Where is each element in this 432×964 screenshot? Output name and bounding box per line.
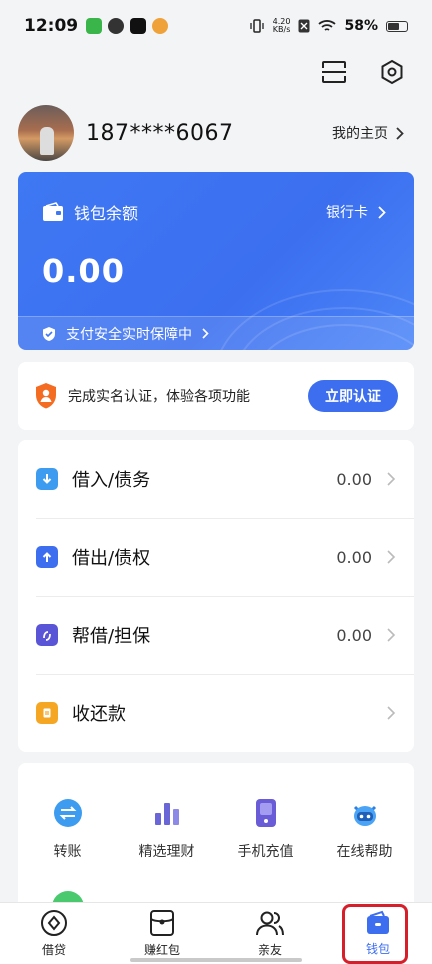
bank-card-label: 银行卡 — [326, 205, 368, 221]
ledger-value: 0.00 — [336, 625, 372, 645]
shield-person-icon — [36, 383, 56, 409]
bottom-tab-bar: 借贷 赚红包 亲友 钱包 — [0, 902, 432, 964]
chevron-right-icon — [387, 550, 396, 564]
sim-x-icon — [298, 19, 310, 33]
balance-amount: 0.00 — [42, 252, 125, 290]
ledger-label: 帮借/担保 — [72, 626, 151, 647]
tab-loan[interactable]: 借贷 — [0, 903, 108, 964]
tab-label: 借贷 — [41, 943, 66, 957]
security-text: 支付安全实时保障中 — [66, 326, 192, 343]
app-notification-icon — [86, 18, 103, 34]
tab-friends[interactable]: 亲友 — [216, 903, 324, 964]
tab-label: 钱包 — [365, 942, 390, 956]
verify-now-button[interactable]: 立即认证 — [308, 380, 398, 412]
wallet-balance-title: 钱包余额 — [74, 204, 139, 223]
tab-wallet[interactable]: 钱包 — [324, 903, 432, 964]
notification-icons — [86, 18, 169, 34]
service-help[interactable]: 在线帮助 — [315, 797, 414, 861]
avatar[interactable] — [18, 105, 74, 161]
identity-verification-banner: 完成实名认证，体验各项功能 立即认证 — [18, 362, 414, 430]
battery-percent: 58% — [344, 18, 378, 34]
vibrate-icon — [250, 19, 264, 33]
chevron-right-icon — [387, 706, 396, 720]
net-speed: 4.20 KB/s — [273, 18, 291, 34]
transfer-icon — [52, 797, 84, 829]
shield-check-icon — [43, 326, 55, 341]
phone-number: 187****6067 — [86, 120, 234, 146]
red-packet-icon — [150, 910, 174, 936]
my-homepage-label: 我的主页 — [332, 126, 388, 142]
chevron-right-icon — [378, 205, 386, 219]
ledger-label: 借入/债务 — [72, 470, 151, 491]
wallet-balance-card[interactable]: 钱包余额 银行卡 0.00 支付安全实时保障中 — [18, 172, 414, 350]
loan-icon — [41, 910, 67, 936]
help-robot-icon — [349, 797, 381, 829]
ledger-row-lent[interactable]: 借出/债权 0.00 — [18, 518, 414, 596]
status-bar: 12:09 4.20 KB/s 58% — [0, 0, 432, 52]
bar-chart-icon — [151, 797, 183, 829]
ledger-value: 0.00 — [336, 547, 372, 567]
chevron-right-icon — [202, 328, 209, 339]
net-speed-unit: KB/s — [272, 25, 291, 34]
ledger-value: 0.00 — [336, 469, 372, 489]
tab-red-packet[interactable]: 赚红包 — [108, 903, 216, 964]
wifi-icon — [318, 20, 337, 31]
app-notification-icon — [108, 18, 125, 34]
status-time: 12:09 — [24, 16, 79, 36]
security-banner[interactable]: 支付安全实时保障中 — [18, 316, 414, 350]
arrow-down-icon — [36, 468, 58, 490]
bank-card-link[interactable]: 银行卡 — [326, 202, 386, 222]
receipt-icon — [36, 702, 58, 724]
battery-icon — [386, 20, 408, 32]
verification-text: 完成实名认证，体验各项功能 — [68, 389, 250, 405]
chevron-right-icon — [387, 628, 396, 642]
wallet-icon — [43, 202, 63, 221]
scan-icon[interactable] — [320, 58, 348, 86]
tiktok-icon — [130, 18, 147, 34]
ledger-label: 借出/债权 — [72, 548, 151, 569]
arrow-up-icon — [36, 546, 58, 568]
ledger-label: 收还款 — [72, 704, 126, 725]
services-grid: 转账 精选理财 手机充值 在线帮助 — [18, 763, 414, 923]
ledger-row-guarantee[interactable]: 帮借/担保 0.00 — [18, 596, 414, 674]
service-wealth[interactable]: 精选理财 — [117, 797, 216, 861]
friends-icon — [256, 911, 284, 936]
chevron-right-icon — [396, 126, 404, 140]
service-label: 在线帮助 — [336, 844, 393, 860]
ledger-list: 借入/债务 0.00 借出/债权 0.00 帮借/担保 0.00 收还款 — [18, 440, 414, 752]
service-label: 手机充值 — [237, 844, 294, 860]
ledger-row-borrowed[interactable]: 借入/债务 0.00 — [18, 440, 414, 518]
service-topup[interactable]: 手机充值 — [216, 797, 315, 861]
home-indicator[interactable] — [130, 958, 302, 962]
service-label: 转账 — [53, 844, 82, 860]
service-transfer[interactable]: 转账 — [18, 797, 117, 861]
settings-icon[interactable] — [378, 58, 406, 86]
tab-label: 亲友 — [257, 943, 282, 957]
service-label: 精选理财 — [138, 844, 195, 860]
phone-topup-icon — [250, 797, 282, 829]
profile-row[interactable]: 187****6067 我的主页 — [18, 104, 404, 162]
chevron-right-icon — [387, 472, 396, 486]
ledger-row-repayment[interactable]: 收还款 — [18, 674, 414, 752]
my-homepage-link[interactable]: 我的主页 — [332, 123, 404, 143]
tab-label: 赚红包 — [143, 943, 180, 957]
guarantee-icon — [36, 624, 58, 646]
wallet-icon — [367, 910, 389, 934]
weibo-icon — [152, 18, 169, 34]
